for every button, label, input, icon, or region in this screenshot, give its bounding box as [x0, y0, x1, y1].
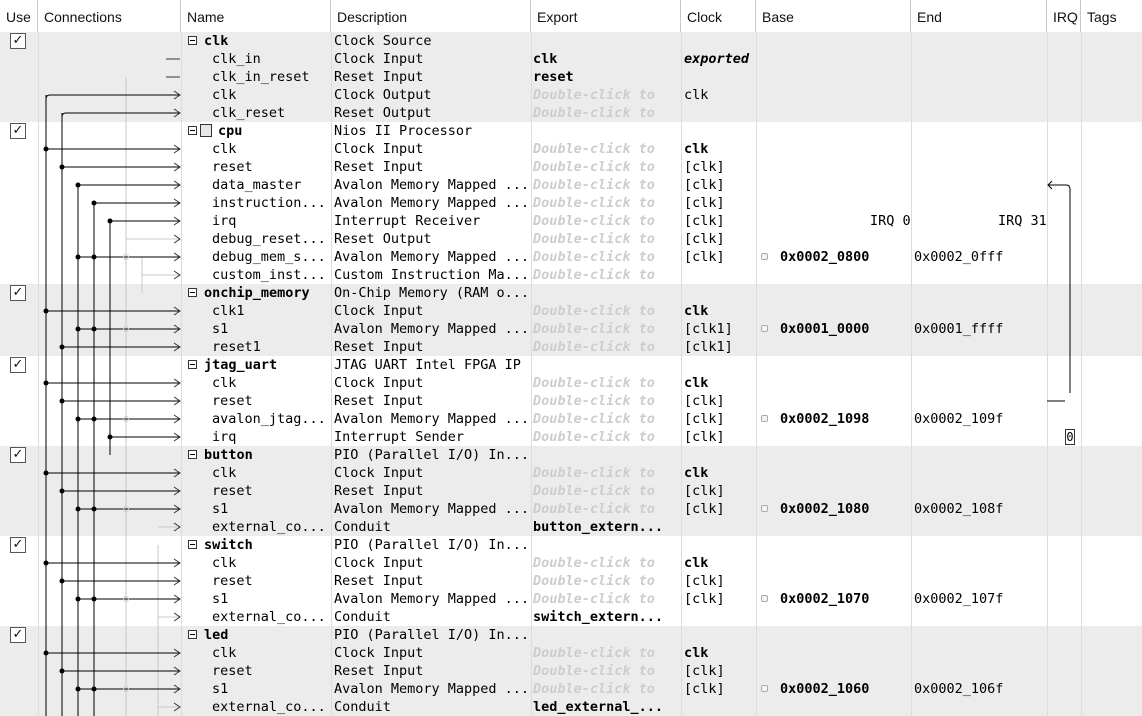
connection-dot	[91, 686, 97, 692]
connection-dot	[75, 596, 81, 602]
connection-dot	[59, 578, 65, 584]
connections-diagram[interactable]	[0, 0, 1142, 716]
connection-dot	[107, 434, 113, 440]
connection-dot	[91, 326, 97, 332]
connection-dot	[43, 650, 49, 656]
connection-dot	[91, 506, 97, 512]
connection-dot	[59, 164, 65, 170]
connection-dot	[91, 596, 97, 602]
connection-dot	[75, 686, 81, 692]
connection-dot	[75, 506, 81, 512]
connection-wire	[61, 112, 180, 125]
connection-dot	[43, 308, 49, 314]
connection-dot	[91, 254, 97, 260]
connection-dot	[43, 380, 49, 386]
connection-dot	[91, 416, 97, 422]
system-contents-table: Use Connections Name Description Export …	[0, 0, 1142, 716]
connection-dot	[75, 416, 81, 422]
connection-dot	[75, 326, 81, 332]
connection-dot	[75, 254, 81, 260]
connection-dot	[75, 182, 81, 188]
connection-dot	[59, 344, 65, 350]
connection-dot	[59, 488, 65, 494]
connection-dot	[107, 218, 113, 224]
connection-dot	[43, 146, 49, 152]
connection-dot	[43, 560, 49, 566]
connection-dot	[59, 398, 65, 404]
connection-dot	[59, 668, 65, 674]
connection-dot	[91, 200, 97, 206]
connection-dot	[43, 470, 49, 476]
connection-wire	[45, 94, 180, 107]
irq-connection	[1048, 184, 1071, 393]
